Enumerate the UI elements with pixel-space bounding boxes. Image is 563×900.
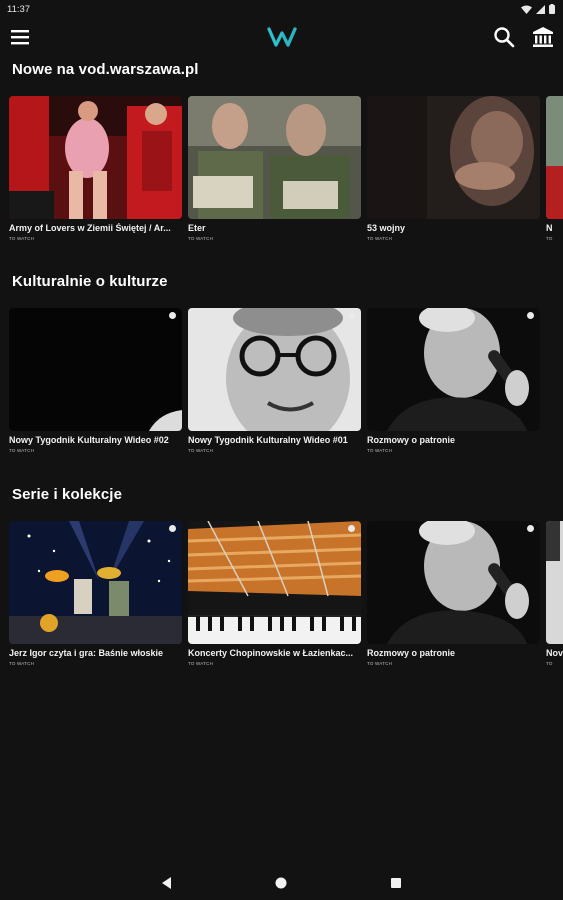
battery-icon (549, 4, 555, 14)
video-status: TO WATCH (9, 448, 35, 453)
video-thumbnail[interactable] (9, 521, 182, 644)
section-title-new: Nowe na vod.warszawa.pl (12, 61, 199, 78)
video-thumbnail[interactable] (9, 96, 182, 219)
video-title: Koncerty Chopinowskie w Łazienkac... (188, 648, 354, 658)
video-title: Eter (188, 223, 206, 233)
search-icon[interactable] (493, 26, 515, 48)
indicator-dot (348, 525, 355, 532)
video-title: 53 wojny (367, 223, 406, 233)
system-nav-bar (0, 866, 563, 900)
indicator-dot (527, 312, 534, 319)
video-card[interactable]: Eter TO WATCH (188, 96, 361, 241)
video-title: Nowy Tygodnik Kulturalny Wideo #02 (9, 435, 169, 445)
video-status: TO (546, 661, 553, 666)
video-status: TO WATCH (367, 661, 393, 666)
video-card[interactable]: Army of Lovers w Ziemii Świętej / Ar... … (9, 96, 182, 241)
video-thumbnail[interactable] (188, 96, 361, 219)
app-bar (0, 18, 563, 58)
video-card[interactable]: Nov TO (546, 521, 563, 666)
video-status: TO WATCH (188, 236, 214, 241)
video-card[interactable]: Rozmowy o patronie TO WATCH (367, 308, 540, 453)
video-card[interactable]: Nowy Tygodnik Kulturalny Wideo #01 TO WA… (188, 308, 361, 453)
video-thumbnail[interactable] (9, 308, 182, 431)
video-card[interactable]: N TO (546, 96, 563, 241)
signal-icon (536, 4, 545, 14)
video-title: Jerz Igor czyta i gra: Baśnie włoskie (9, 648, 164, 658)
indicator-dot (169, 525, 176, 532)
museum-icon[interactable] (532, 26, 554, 48)
video-status: TO WATCH (367, 448, 393, 453)
hamburger-menu-icon[interactable] (10, 27, 30, 47)
indicator-dot (169, 312, 176, 319)
section-title-culture: Kulturalnie o kulturze (12, 273, 168, 290)
video-card[interactable]: Jerz Igor czyta i gra: Baśnie włoskie TO… (9, 521, 182, 666)
video-status: TO WATCH (367, 236, 393, 241)
video-status: TO WATCH (188, 448, 214, 453)
indicator-dot (348, 312, 355, 319)
video-thumbnail[interactable] (188, 308, 361, 431)
home-icon[interactable] (273, 875, 289, 891)
video-thumbnail[interactable] (546, 521, 563, 644)
status-time: 11:37 (7, 3, 31, 15)
video-thumbnail[interactable] (546, 96, 563, 219)
w-logo-icon[interactable] (266, 25, 298, 49)
video-title: Army of Lovers w Ziemii Świętej / Ar... (9, 223, 171, 233)
video-status: TO WATCH (9, 236, 35, 241)
video-status: TO (546, 236, 553, 241)
carousel-new[interactable]: Army of Lovers w Ziemii Świętej / Ar... … (0, 96, 563, 256)
wifi-icon (521, 5, 532, 14)
recents-icon[interactable] (388, 875, 404, 891)
video-thumbnail[interactable] (188, 521, 361, 644)
video-card[interactable]: Nowy Tygodnik Kulturalny Wideo #02 TO WA… (9, 308, 182, 453)
video-status: TO WATCH (9, 661, 35, 666)
video-card[interactable]: 53 wojny TO WATCH (367, 96, 540, 241)
video-title: Rozmowy o patronie (367, 648, 456, 658)
video-card[interactable]: Rozmowy o patronie TO WATCH (367, 521, 540, 666)
video-title: Rozmowy o patronie (367, 435, 456, 445)
back-icon[interactable] (159, 875, 175, 891)
carousel-series[interactable]: Jerz Igor czyta i gra: Baśnie włoskie TO… (0, 521, 563, 681)
video-title: Nowy Tygodnik Kulturalny Wideo #01 (188, 435, 348, 445)
video-title: N (546, 223, 553, 233)
section-title-series: Serie i kolekcje (12, 486, 123, 503)
video-thumbnail[interactable] (367, 308, 540, 431)
video-title: Nov (546, 648, 563, 658)
video-thumbnail[interactable] (367, 521, 540, 644)
status-icons (521, 4, 555, 14)
video-thumbnail[interactable] (367, 96, 540, 219)
video-card[interactable]: Koncerty Chopinowskie w Łazienkac... TO … (188, 521, 361, 666)
status-bar: 11:37 (0, 0, 563, 18)
indicator-dot (527, 525, 534, 532)
video-status: TO WATCH (188, 661, 214, 666)
carousel-culture[interactable]: Nowy Tygodnik Kulturalny Wideo #02 TO WA… (0, 308, 563, 468)
